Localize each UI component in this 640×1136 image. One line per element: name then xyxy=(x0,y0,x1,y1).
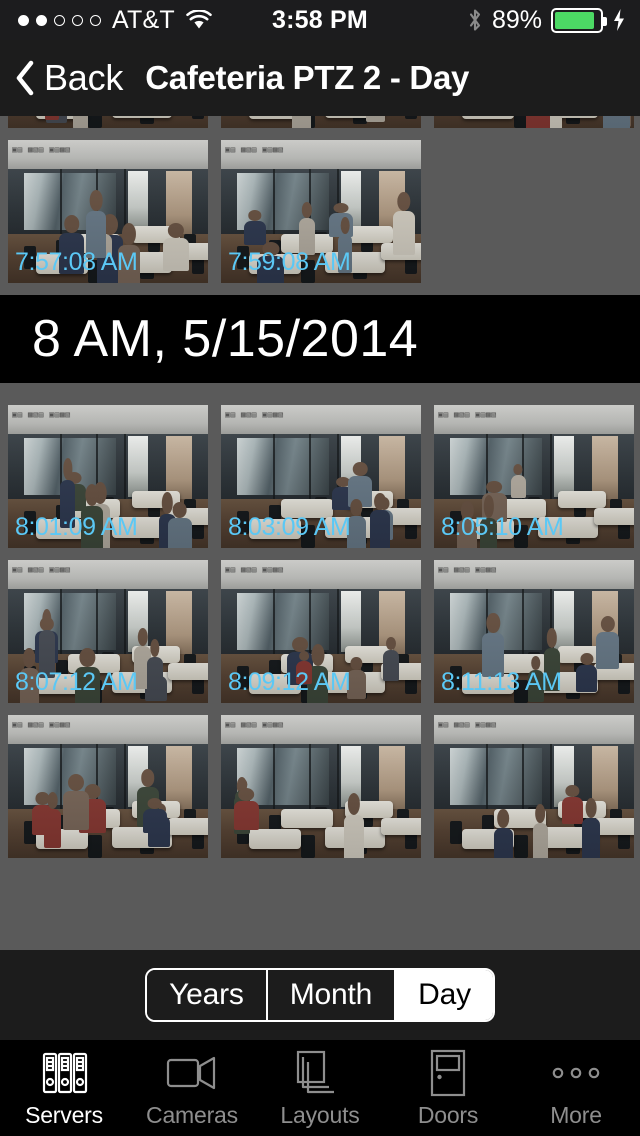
thumbnail-timestamp: 8:05:10 AM xyxy=(441,513,564,541)
thumbnail-timestamp: 8:03:09 AM xyxy=(228,513,351,541)
page-title: Cafeteria PTZ 2 - Day xyxy=(145,59,470,96)
thumbnail-cell[interactable]: ▣▤ ▩▧▤ ▣▤▩▧ xyxy=(221,715,421,858)
stacked-pages-icon xyxy=(296,1048,344,1098)
thumbnail-cell[interactable]: ▣▤ ▩▧▤ ▣▤▩▧ xyxy=(434,715,634,858)
timeline-scroll-area[interactable]: ▣▤ ▩▧▤ ▣▤▩▧▣▤ ▩▧▤ ▣▤▩▧▣▤ ▩▧▤ ▣▤▩▧▣▤ ▩▧▤ … xyxy=(0,116,640,950)
tab-bar: Servers Cameras Layouts Doors More xyxy=(0,1040,640,1136)
thumbnail-row: ▣▤ ▩▧▤ ▣▤▩▧8:01:09 AM▣▤ ▩▧▤ ▣▤▩▧8:03:09 … xyxy=(0,405,640,548)
bluetooth-icon xyxy=(467,8,483,32)
segment-years[interactable]: Years xyxy=(147,970,268,1020)
navigation-bar: Back Cafeteria PTZ 2 - Day xyxy=(0,40,640,116)
thumbnail-row: ▣▤ ▩▧▤ ▣▤▩▧7:57:08 AM▣▤ ▩▧▤ ▣▤▩▧7:59:08 … xyxy=(0,140,640,283)
lightning-bolt-icon xyxy=(612,8,626,32)
thumbnail-timestamp: 8:09:12 AM xyxy=(228,668,351,696)
thumbnail-cell[interactable]: ▣▤ ▩▧▤ ▣▤▩▧8:03:09 AM xyxy=(221,405,421,548)
bottom-toolbar: Years Month Day xyxy=(0,950,640,1040)
thumbnail-row: ▣▤ ▩▧▤ ▣▤▩▧ ▣▤ ▩▧▤ ▣▤▩▧ ▣▤ ▩▧▤ ▣▤▩▧ xyxy=(0,116,640,128)
thumbnail-cell[interactable]: ▣▤ ▩▧▤ ▣▤▩▧ xyxy=(221,116,421,128)
app-screen: AT&T 3:58 PM 89% Back Cafeteria PTZ 2 - … xyxy=(0,0,640,1136)
segment-month[interactable]: Month xyxy=(267,970,397,1020)
thumbnail-section: ▣▤ ▩▧▤ ▣▤▩▧▣▤ ▩▧▤ ▣▤▩▧▣▤ ▩▧▤ ▣▤▩▧▣▤ ▩▧▤ … xyxy=(0,116,640,283)
tab-layouts[interactable]: Layouts xyxy=(256,1040,384,1136)
door-icon xyxy=(428,1048,468,1098)
thumbnail-cell[interactable]: ▣▤ ▩▧▤ ▣▤▩▧8:09:12 AM xyxy=(221,560,421,703)
server-rack-icon xyxy=(40,1048,89,1098)
thumbnail-cell[interactable]: ▣▤ ▩▧▤ ▣▤▩▧8:01:09 AM xyxy=(8,405,208,548)
tab-label: Servers xyxy=(25,1101,103,1128)
video-camera-icon xyxy=(166,1048,218,1098)
thumbnail-timestamp: 7:59:08 AM xyxy=(228,248,351,276)
tab-label: Layouts xyxy=(280,1101,360,1128)
date-section-header: 8 AM, 5/15/2014 xyxy=(0,295,640,383)
segment-day[interactable]: Day xyxy=(396,970,493,1020)
thumbnail-section: ▣▤ ▩▧▤ ▣▤▩▧8:01:09 AM▣▤ ▩▧▤ ▣▤▩▧8:03:09 … xyxy=(0,383,640,858)
thumbnail-cell[interactable]: ▣▤ ▩▧▤ ▣▤▩▧7:59:08 AM xyxy=(221,140,421,283)
thumbnail-cell[interactable]: ▣▤ ▩▧▤ ▣▤▩▧7:57:08 AM xyxy=(8,140,208,283)
tab-label: Doors xyxy=(417,1101,479,1128)
tab-label: More xyxy=(550,1101,602,1128)
tab-more[interactable]: More xyxy=(512,1040,640,1136)
date-section-header-label: 8 AM, 5/15/2014 xyxy=(32,310,419,368)
tab-doors[interactable]: Doors xyxy=(384,1040,512,1136)
ellipsis-icon xyxy=(550,1048,602,1098)
tab-label: Cameras xyxy=(146,1101,238,1128)
thumbnail-row: ▣▤ ▩▧▤ ▣▤▩▧▣▤ ▩▧▤ ▣▤▩▧▣▤ ▩▧▤ ▣▤▩▧ xyxy=(0,715,640,858)
tab-cameras[interactable]: Cameras xyxy=(128,1040,256,1136)
thumbnail-cell[interactable]: ▣▤ ▩▧▤ ▣▤▩▧8:07:12 AM xyxy=(8,560,208,703)
chevron-left-icon xyxy=(14,60,36,96)
back-button-label: Back xyxy=(44,57,124,98)
back-button[interactable]: Back xyxy=(14,57,123,99)
status-bar-right: 89% xyxy=(467,6,626,35)
battery-percent-label: 89% xyxy=(491,5,542,34)
thumbnail-placeholder xyxy=(434,140,634,283)
thumbnail-cell[interactable]: ▣▤ ▩▧▤ ▣▤▩▧ xyxy=(434,116,634,128)
tab-servers[interactable]: Servers xyxy=(0,1040,128,1136)
battery-icon xyxy=(551,7,607,33)
thumbnail-timestamp: 8:11:13 AM xyxy=(441,668,562,696)
time-scale-segmented-control[interactable]: Years Month Day xyxy=(145,968,495,1022)
thumbnail-cell[interactable]: ▣▤ ▩▧▤ ▣▤▩▧ xyxy=(8,715,208,858)
thumbnail-cell[interactable]: ▣▤ ▩▧▤ ▣▤▩▧ xyxy=(8,116,208,128)
status-bar: AT&T 3:58 PM 89% xyxy=(0,0,640,40)
thumbnail-timestamp: 8:07:12 AM xyxy=(15,668,138,696)
thumbnail-row: ▣▤ ▩▧▤ ▣▤▩▧8:07:12 AM▣▤ ▩▧▤ ▣▤▩▧8:09:12 … xyxy=(0,560,640,703)
thumbnail-timestamp: 8:01:09 AM xyxy=(15,513,138,541)
thumbnail-timestamp: 7:57:08 AM xyxy=(15,248,138,276)
thumbnail-cell[interactable]: ▣▤ ▩▧▤ ▣▤▩▧8:11:13 AM xyxy=(434,560,634,703)
thumbnail-cell[interactable]: ▣▤ ▩▧▤ ▣▤▩▧8:05:10 AM xyxy=(434,405,634,548)
